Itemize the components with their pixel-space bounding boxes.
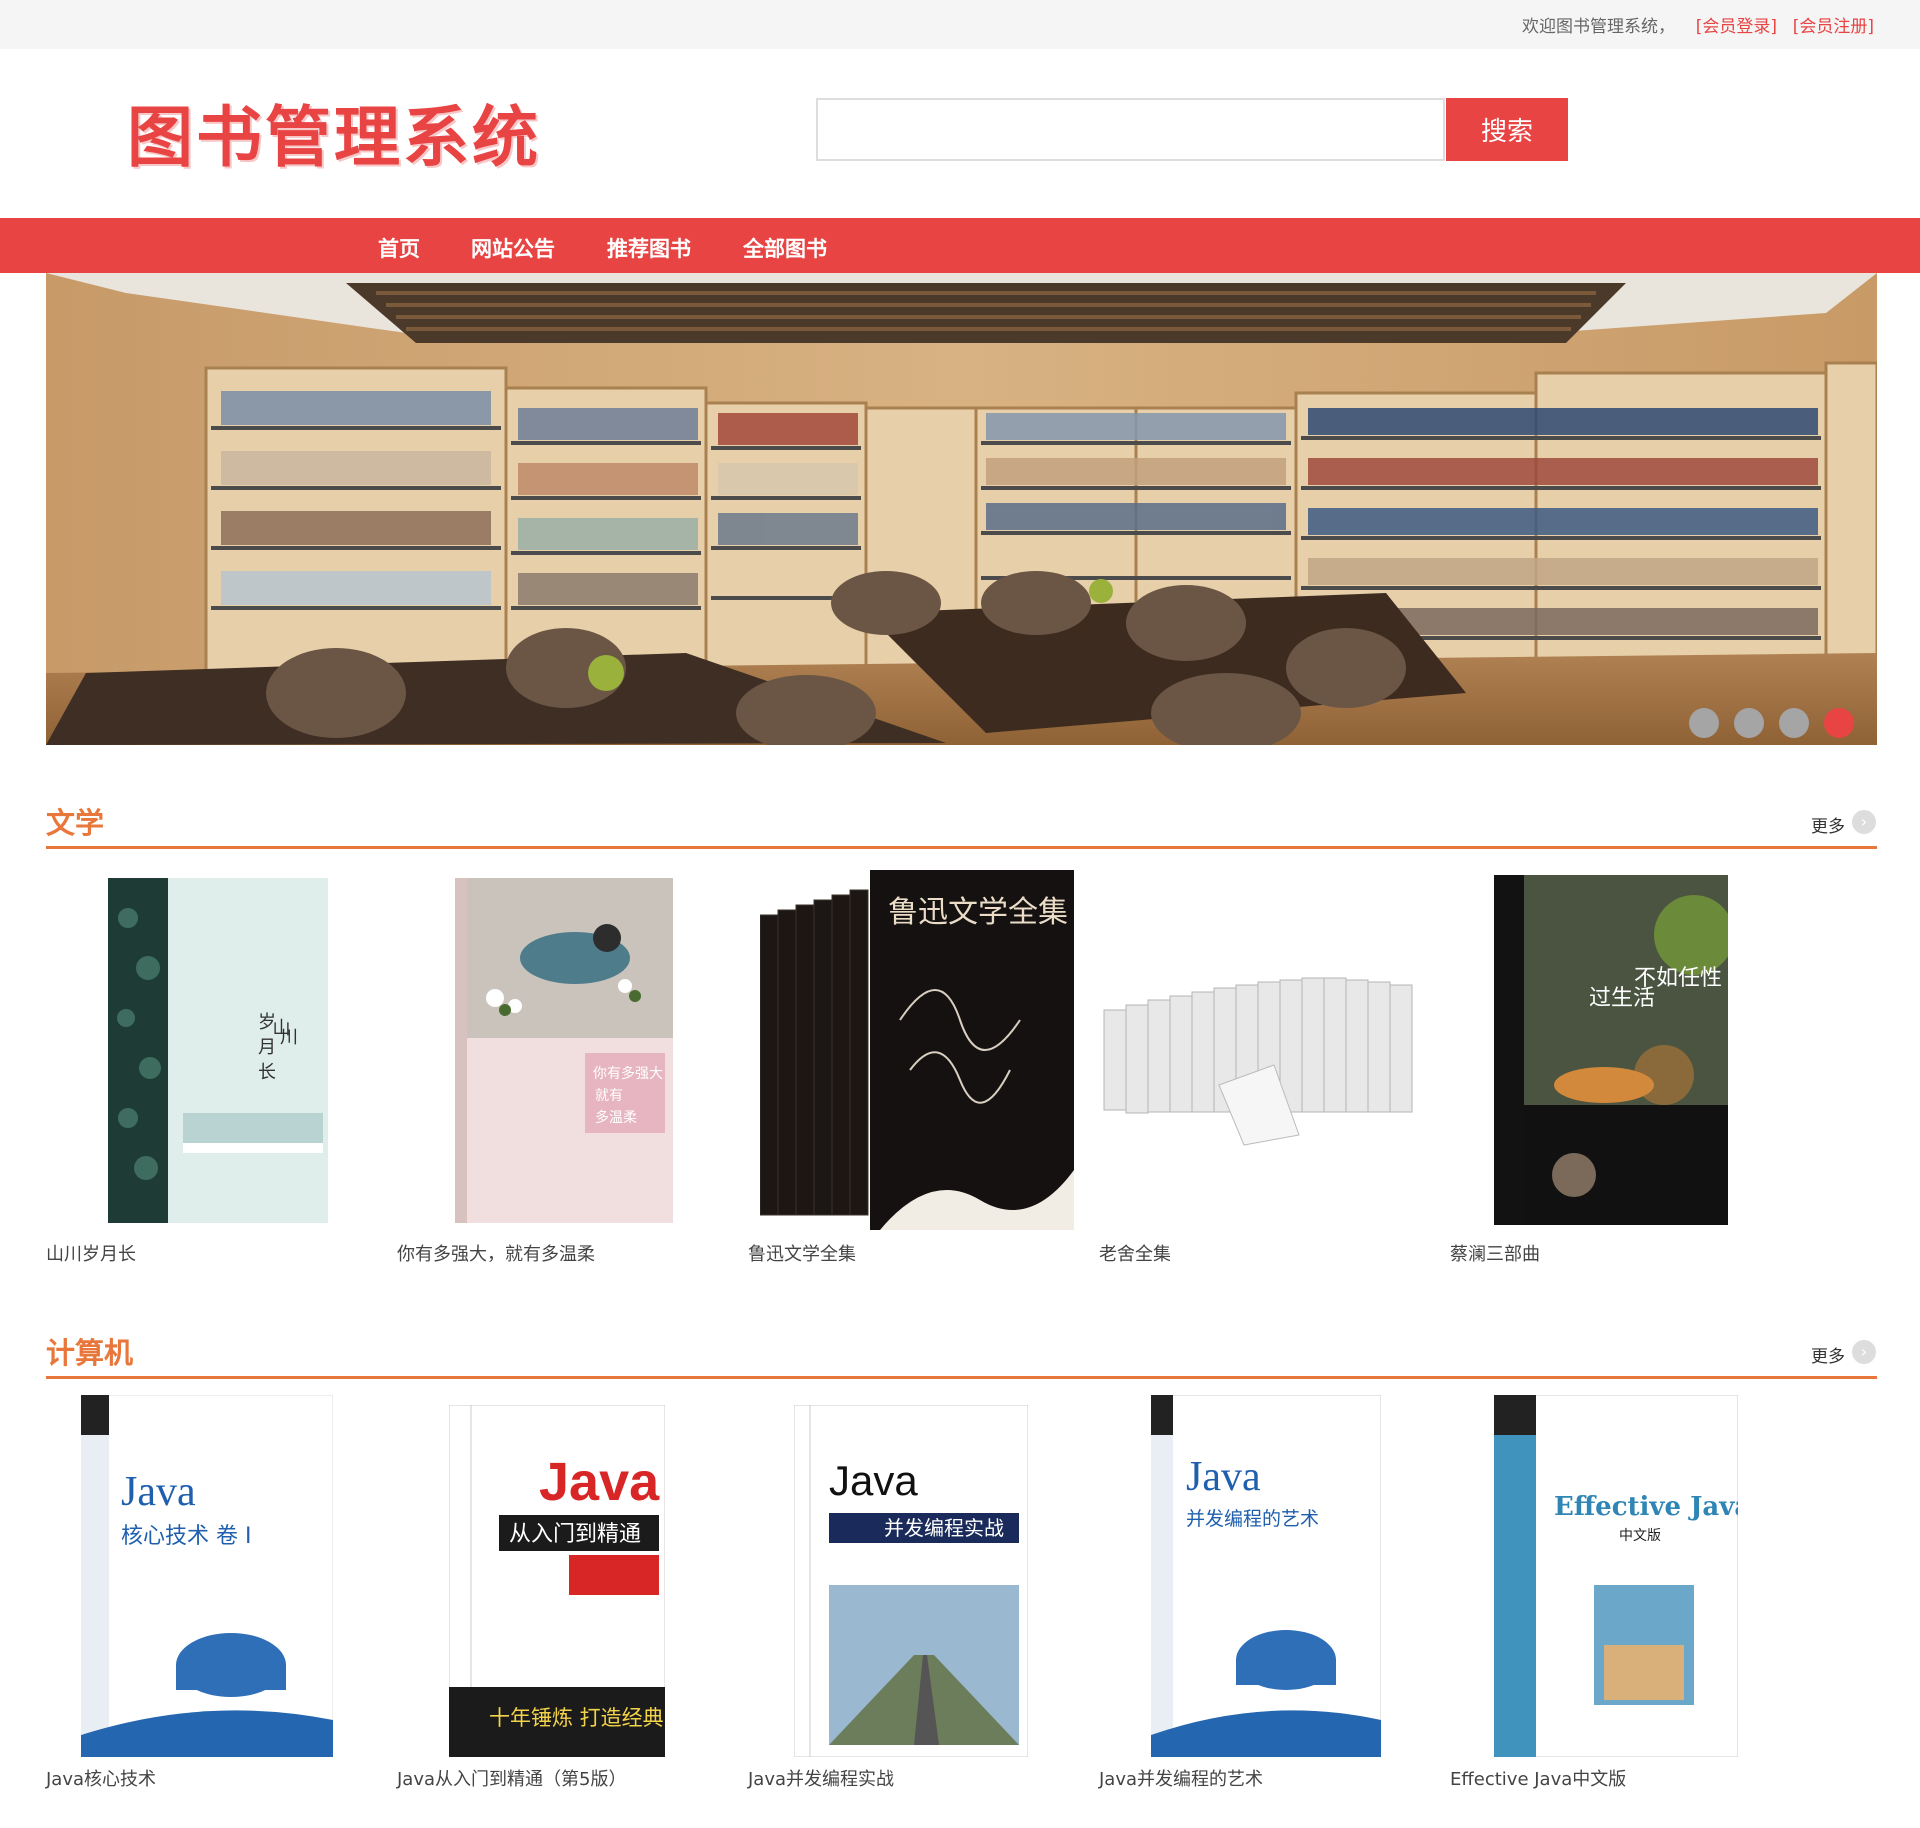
svg-text:Java: Java (539, 1452, 660, 1512)
book-cover: Effective Java 中文版 (1494, 1395, 1738, 1757)
book-title[interactable]: Java并发编程的艺术 (1099, 1765, 1263, 1791)
book-title[interactable]: Java并发编程实战 (748, 1765, 894, 1791)
book-title[interactable]: 山川岁月长 (46, 1240, 136, 1266)
book-title[interactable]: 鲁迅文学全集 (748, 1240, 856, 1266)
carousel-dot-2[interactable] (1734, 708, 1764, 738)
book-card[interactable]: Java 并发编程的艺术 Java并发编程的艺术 (1099, 1395, 1439, 1805)
book-card[interactable]: Java 核心技术 卷 I Java核心技术 (46, 1395, 386, 1805)
section-divider (46, 1376, 1877, 1379)
section-divider (46, 846, 1877, 849)
welcome-text: 欢迎图书管理系统， (1522, 17, 1675, 37)
nav-item-home[interactable]: 首页 (378, 233, 420, 263)
book-title[interactable]: Java核心技术 (46, 1765, 156, 1791)
carousel-dot-3[interactable] (1779, 708, 1809, 738)
svg-text:月: 月 (258, 1037, 276, 1058)
book-card[interactable]: 不如任性 过生活 蔡澜三部曲 (1450, 870, 1790, 1270)
banner-carousel[interactable] (46, 273, 1877, 745)
book-cover: 不如任性 过生活 (1494, 875, 1728, 1225)
member-register-link[interactable]: [会员注册] (1793, 12, 1874, 37)
svg-text:你有多强大: 你有多强大 (593, 1065, 663, 1082)
book-card[interactable]: Java 并发编程实战 Java并发编程实战 (748, 1395, 1088, 1805)
book-cover: Java 并发编程实战 (794, 1405, 1028, 1757)
svg-text:中文版: 中文版 (1619, 1528, 1661, 1544)
svg-text:Java: Java (829, 1457, 918, 1504)
book-cover: 山 川 岁 月 长 (108, 878, 328, 1223)
site-logo[interactable]: 图书管理系统 (127, 84, 541, 180)
book-card[interactable]: 老舍全集 (1099, 870, 1439, 1270)
svg-text:并发编程的艺术: 并发编程的艺术 (1186, 1508, 1319, 1530)
book-cover: 你有多强大 就有 多温柔 (455, 878, 673, 1223)
svg-text:就有: 就有 (595, 1088, 623, 1104)
nav-item-announcements[interactable]: 网站公告 (471, 233, 555, 263)
top-bar: 欢迎图书管理系统， [会员登录] [会员注册] (0, 0, 1920, 49)
search-input[interactable] (816, 98, 1445, 161)
more-computer-link[interactable]: 更多 (1811, 1342, 1845, 1367)
main-nav: 首页 网站公告 推荐图书 全部图书 (0, 218, 1920, 273)
svg-text:十年锤炼 打造经典: 十年锤炼 打造经典 (489, 1706, 664, 1730)
svg-text:Java: Java (1186, 1454, 1261, 1500)
chevron-right-icon[interactable]: › (1852, 1340, 1876, 1364)
member-login-link[interactable]: [会员登录] (1696, 12, 1777, 37)
book-card[interactable]: 你有多强大 就有 多温柔 你有多强大，就有多温柔 (397, 870, 737, 1270)
chevron-right-icon[interactable]: › (1852, 810, 1876, 834)
nav-item-recommended-books[interactable]: 推荐图书 (607, 233, 691, 263)
book-title[interactable]: Java从入门到精通（第5版） (397, 1765, 626, 1791)
svg-text:过生活: 过生活 (1589, 986, 1655, 1011)
book-title[interactable]: 你有多强大，就有多温柔 (397, 1240, 595, 1266)
svg-text:多温柔: 多温柔 (595, 1109, 637, 1126)
svg-text:从入门到精通: 从入门到精通 (509, 1522, 641, 1547)
book-cover: Java 并发编程的艺术 (1151, 1395, 1381, 1757)
section-title-literature: 文学 (46, 806, 105, 840)
book-card[interactable]: 鲁迅文学全集 鲁迅文学全集 (748, 870, 1088, 1270)
svg-text:长: 长 (258, 1062, 276, 1083)
search-button[interactable]: 搜索 (1446, 98, 1568, 161)
book-title[interactable]: 老舍全集 (1099, 1240, 1171, 1266)
book-title[interactable]: 蔡澜三部曲 (1450, 1240, 1540, 1266)
library-banner-image (46, 273, 1877, 745)
svg-text:鲁迅文学全集: 鲁迅文学全集 (888, 895, 1068, 930)
carousel-dot-4[interactable] (1824, 708, 1854, 738)
book-card[interactable]: Java 从入门到精通 十年锤炼 打造经典 Java从入门到精通（第5版） (397, 1395, 737, 1805)
svg-text:川: 川 (280, 1027, 298, 1048)
svg-text:Java: Java (121, 1469, 196, 1515)
section-title-computer: 计算机 (46, 1336, 134, 1370)
book-card[interactable]: Effective Java 中文版 Effective Java中文版 (1450, 1395, 1790, 1805)
carousel-dot-1[interactable] (1689, 708, 1719, 738)
book-cover: 鲁迅文学全集 (760, 870, 1074, 1233)
book-card[interactable]: 山 川 岁 月 长 山川岁月长 (46, 870, 386, 1270)
book-cover: Java 从入门到精通 十年锤炼 打造经典 (449, 1405, 665, 1757)
svg-text:岁: 岁 (258, 1012, 276, 1033)
book-title[interactable]: Effective Java中文版 (1450, 1765, 1626, 1791)
more-literature-link[interactable]: 更多 (1811, 812, 1845, 837)
book-cover (1099, 970, 1429, 1150)
svg-text:并发编程实战: 并发编程实战 (884, 1516, 1004, 1540)
nav-item-all-books[interactable]: 全部图书 (743, 233, 827, 263)
book-cover: Java 核心技术 卷 I (81, 1395, 333, 1757)
svg-text:核心技术 卷 I: 核心技术 卷 I (121, 1524, 251, 1549)
svg-text:Effective Java: Effective Java (1554, 1492, 1738, 1522)
